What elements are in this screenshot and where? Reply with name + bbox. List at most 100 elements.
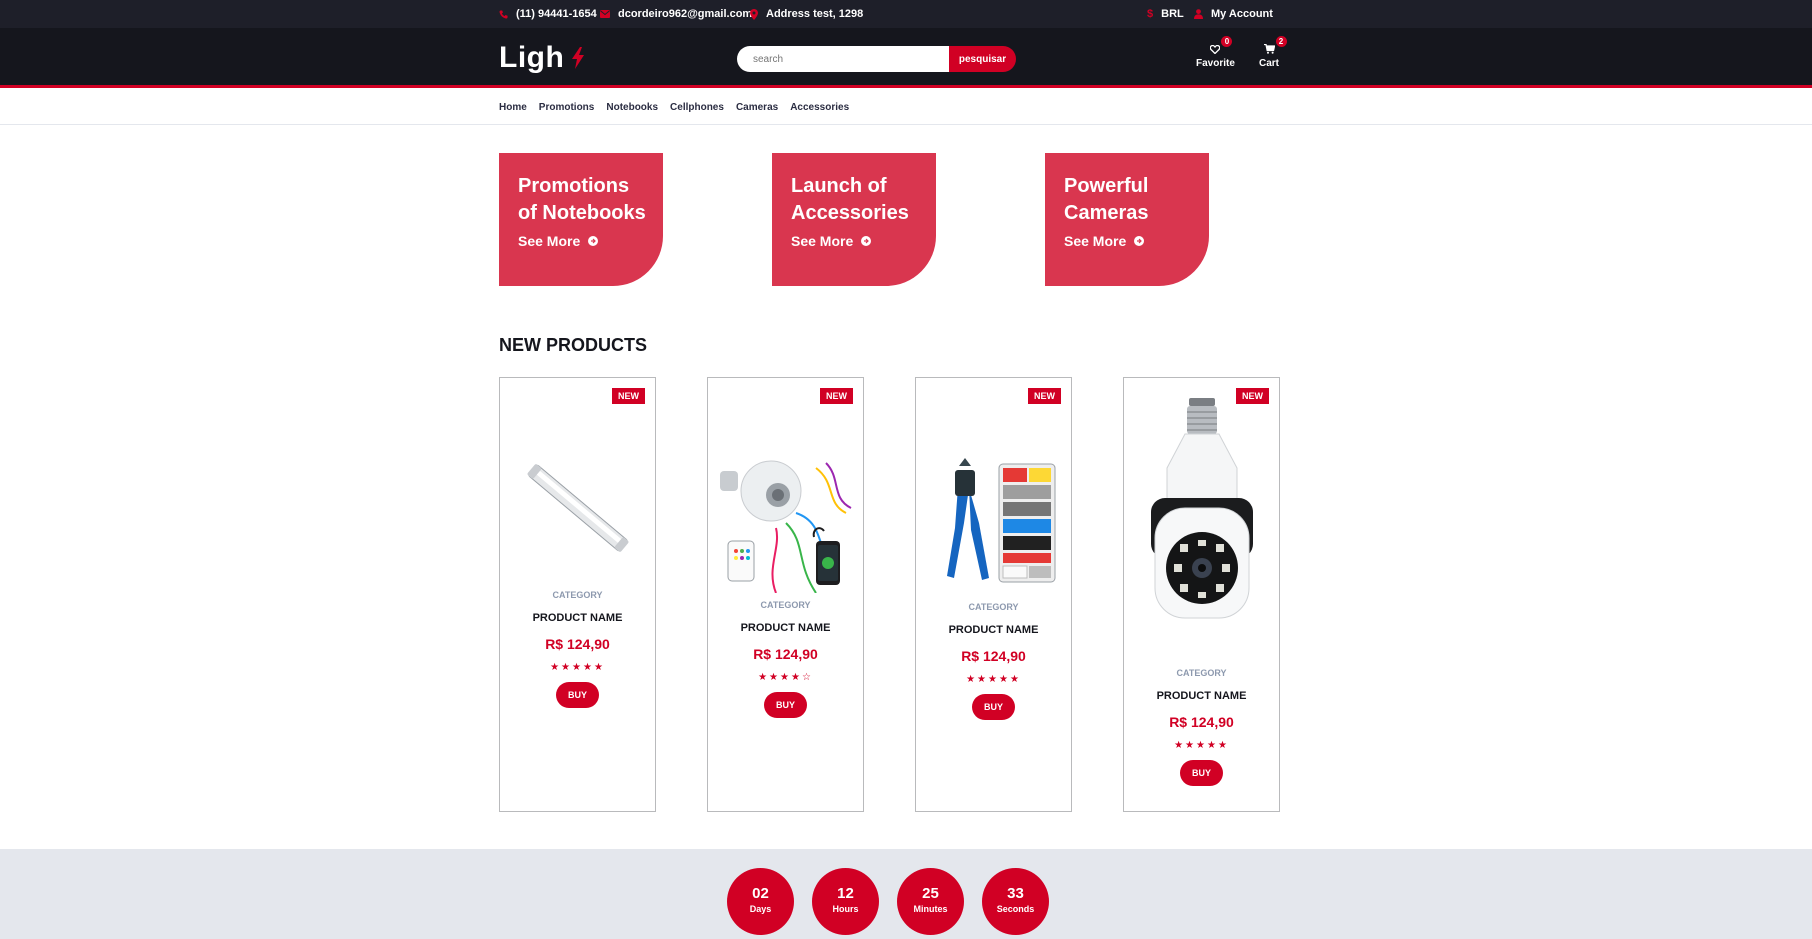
nav-item-accessories[interactable]: Accessories [790,102,849,113]
countdown-unit: Seconds [996,904,1035,914]
buy-button[interactable]: BUY [556,682,599,708]
top-info-bar: (11) 94441-1654 dcordeiro962@gmail.com A… [0,0,1812,28]
promo-title: Promotions of Notebooks [518,173,663,227]
countdown-value: 02 [752,885,769,902]
arrow-circle-right-icon [861,236,872,246]
logo-text: Ligh [499,41,565,74]
product-info: CATEGORY PRODUCT NAME R$ 124,90 ★★★★★ BU… [500,590,655,708]
product-name[interactable]: PRODUCT NAME [916,624,1071,636]
buy-button[interactable]: BUY [1180,760,1223,786]
product-image-led-tube[interactable] [500,458,655,558]
promo-title-line: Powerful [1064,175,1149,197]
product-price: R$ 124,90 [753,646,818,662]
product-card[interactable]: NEW CATEGORY PRODUCT NAME R$ 124,90 ★★★★… [707,377,864,812]
my-account-text: My Account [1211,8,1273,20]
product-category[interactable]: CATEGORY [500,590,655,600]
heart-icon: 0 [1210,36,1233,56]
star-rating: ★★★★★ [1174,740,1229,751]
promo-title-line: Launch of [791,175,887,197]
favorite-button[interactable]: 0 Favorite [1196,36,1235,69]
lightning-bolt-icon [570,47,586,69]
nav-item-notebooks[interactable]: Notebooks [606,102,658,113]
phone-icon [499,9,508,19]
countdown-seconds: 33 Seconds [982,868,1049,935]
see-more-link[interactable]: See More [518,233,663,249]
main-header: Ligh pesquisar 0 Favorite 2 Cart [0,28,1812,88]
arrow-circle-right-icon [1134,236,1145,246]
search-input[interactable] [737,46,949,72]
nav-item-cellphones[interactable]: Cellphones [670,102,724,113]
product-image-bulb-camera[interactable] [1124,398,1279,643]
promo-title-line: Promotions [518,175,630,197]
star-rating: ★★★★★ [550,662,605,673]
promo-title-line: of Notebooks [518,202,646,224]
address-link[interactable]: Address test, 1298 [750,0,863,28]
product-card[interactable]: NEW CATEGORY PRODUCT NAME R$ 124,90 ★★★★… [1123,377,1280,812]
product-info: CATEGORY PRODUCT NAME R$ 124,90 ★★★★★ BU… [1124,668,1279,786]
countdown-value: 33 [1007,885,1024,902]
new-badge: NEW [820,388,853,404]
countdown-days: 02 Days [727,868,794,935]
dollar-icon: $ [1147,8,1154,20]
product-name[interactable]: PRODUCT NAME [708,622,863,634]
promo-title: Launch of Accessories [791,173,936,227]
promo-card-accessories[interactable]: Launch of Accessories See More [772,153,936,286]
phone-link[interactable]: (11) 94441-1654 [499,0,597,28]
countdown-unit: Hours [832,904,859,914]
product-image-speaker-bulb[interactable] [708,453,863,593]
product-price: R$ 124,90 [1169,714,1234,730]
arrow-circle-right-icon [588,236,599,246]
buy-button[interactable]: BUY [972,694,1015,720]
countdown-unit: Days [749,904,772,914]
nav-item-cameras[interactable]: Cameras [736,102,778,113]
product-price: R$ 124,90 [545,636,610,652]
product-category[interactable]: CATEGORY [1124,668,1279,678]
favorite-count-badge: 0 [1221,36,1233,47]
promo-title-line: Accessories [791,202,909,224]
product-category[interactable]: CATEGORY [708,600,863,610]
nav-item-promotions[interactable]: Promotions [539,102,595,113]
product-image-crimping-kit[interactable] [916,458,1071,588]
countdown-minutes: 25 Minutes [897,868,964,935]
product-price: R$ 124,90 [961,648,1026,664]
product-name[interactable]: PRODUCT NAME [1124,690,1279,702]
currency-text: BRL [1161,8,1184,20]
promo-card-cameras[interactable]: Powerful Cameras See More [1045,153,1209,286]
product-card[interactable]: NEW CATEGORY PRODUCT NAME R$ 124,90 ★★★★… [499,377,656,812]
star-rating: ★★★★☆ [758,672,813,683]
countdown-unit: Minutes [913,904,948,914]
see-more-text: See More [1064,233,1127,249]
my-account-link[interactable]: My Account [1194,0,1273,28]
currency-selector[interactable]: $ BRL [1147,0,1184,28]
main-navigation: Home Promotions Notebooks Cellphones Cam… [0,91,1812,125]
favorite-label: Favorite [1196,58,1235,69]
new-badge: NEW [612,388,645,404]
see-more-link[interactable]: See More [791,233,936,249]
product-category[interactable]: CATEGORY [916,602,1071,612]
site-logo[interactable]: Ligh [499,41,586,74]
product-name[interactable]: PRODUCT NAME [500,612,655,624]
search-form: pesquisar [737,46,1016,72]
promo-title: Powerful Cameras [1064,173,1209,227]
see-more-link[interactable]: See More [1064,233,1209,249]
email-link[interactable]: dcordeiro962@gmail.com [600,0,752,28]
countdown-hours: 12 Hours [812,868,879,935]
star-rating: ★★★★★ [966,674,1021,685]
buy-button[interactable]: BUY [764,692,807,718]
section-title: NEW PRODUCTS [499,335,647,355]
countdown-value: 25 [922,885,939,902]
cart-button[interactable]: 2 Cart [1259,36,1287,69]
product-card[interactable]: NEW CATEGORY PRODUCT NAME R$ 124,90 ★★★★… [915,377,1072,812]
cart-count-badge: 2 [1275,36,1287,47]
nav-item-home[interactable]: Home [499,102,527,113]
search-button[interactable]: pesquisar [949,46,1016,72]
address-text: Address test, 1298 [766,8,864,20]
new-badge: NEW [1028,388,1061,404]
promo-card-notebooks[interactable]: Promotions of Notebooks See More [499,153,663,286]
user-icon [1194,9,1203,19]
map-marker-icon [750,8,758,20]
product-info: CATEGORY PRODUCT NAME R$ 124,90 ★★★★☆ BU… [708,600,863,718]
see-more-text: See More [518,233,581,249]
countdown-value: 12 [837,885,854,902]
cart-label: Cart [1259,58,1280,69]
